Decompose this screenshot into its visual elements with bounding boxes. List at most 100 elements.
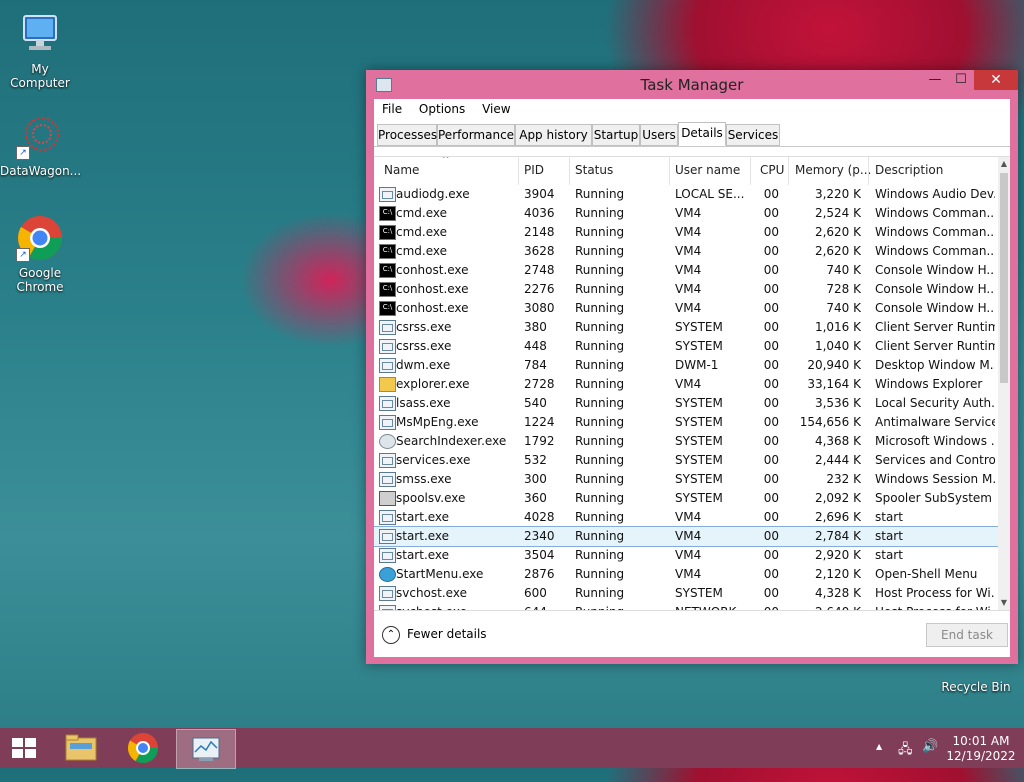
desktop-icon-datawagon[interactable]: ↗ DataWagon... [0,112,81,178]
pid-cell: 448 [524,339,547,353]
menu-view[interactable]: View [477,99,515,119]
description-cell: Host Process for Wi... [875,586,995,600]
user-name-cell: VM4 [675,244,702,258]
tab-services[interactable]: Services [726,124,780,146]
pid-cell: 2148 [524,225,555,239]
column-header-description[interactable]: Description [875,163,943,177]
column-header-user-name[interactable]: User name [675,163,740,177]
memory-cell: 33,164 K [807,377,861,391]
app-icon [379,586,396,601]
description-cell: Windows Comman... [875,244,995,258]
memory-cell: 740 K [826,301,861,315]
title-bar[interactable]: Task Manager — ☐ ✕ [366,70,1018,98]
menu-file[interactable]: File [377,99,407,119]
column-header-name[interactable]: Name [384,163,419,177]
table-row[interactable]: csrss.exe 448 Running SYSTEM 00 1,040 K Client… [374,337,998,356]
task-manager-icon [192,737,220,761]
pid-cell: 784 [524,358,547,372]
column-header-status[interactable]: Status [575,163,613,177]
table-row[interactable]: start.exe 3504 Running VM4 00 2,920 K start [374,546,998,565]
column-separator[interactable] [788,157,789,185]
pid-cell: 540 [524,396,547,410]
desktop-icon-recycle-bin[interactable]: Recycle Bin [936,680,1016,694]
cpu-cell: 00 [763,548,779,562]
table-row[interactable]: C:\ cmd.exe 2148 Running VM4 00 2,620 K Windows… [374,223,998,242]
table-row[interactable]: MsMpEng.exe 1224 Running SYSTEM 00 154,656 K A… [374,413,998,432]
table-row[interactable]: C:\ conhost.exe 3080 Running VM4 00 740 K Conso… [374,299,998,318]
app-icon [379,453,396,468]
column-separator[interactable] [569,157,570,185]
status-cell: Running [575,282,625,296]
tab-details[interactable]: Details [678,122,726,146]
column-header-pid[interactable]: PID [524,163,544,177]
table-row[interactable]: svchost.exe 600 Running SYSTEM 00 4,328 K Host… [374,584,998,603]
table-row[interactable]: start.exe 4028 Running VM4 00 2,696 K start [374,508,998,527]
table-row[interactable]: lsass.exe 540 Running SYSTEM 00 3,536 K Local … [374,394,998,413]
fewer-details-link[interactable]: Fewer details [407,627,487,641]
task-manager-window: Task Manager — ☐ ✕ File Options View Pro… [366,70,1018,664]
show-hidden-icons-icon[interactable]: ▲ [876,742,882,782]
table-row[interactable]: dwm.exe 784 Running DWM-1 00 20,940 K Desktop … [374,356,998,375]
chevron-up-icon[interactable]: ⌃ [382,626,400,644]
column-header-memory[interactable]: Memory (p... [795,163,871,177]
clock-time: 10:01 AM [952,734,1010,748]
sort-ascending-icon: ^ [442,156,450,165]
taskbar-file-explorer[interactable] [52,729,110,767]
maximize-button[interactable]: ☐ [948,70,974,90]
tab-users[interactable]: Users [640,124,678,146]
column-separator[interactable] [750,157,751,185]
tab-startup[interactable]: Startup [592,124,640,146]
table-row[interactable]: audiodg.exe 3904 Running LOCAL SE... 00 3,220… [374,185,998,204]
scroll-up-arrow-icon[interactable]: ▲ [998,157,1010,171]
table-row[interactable]: smss.exe 300 Running SYSTEM 00 232 K Windows S… [374,470,998,489]
app-icon [379,472,396,487]
network-icon[interactable]: 🖧 [898,740,913,780]
memory-cell: 2,120 K [814,567,861,581]
desktop-icon-google-chrome[interactable]: ↗ Google Chrome [0,214,80,294]
process-name-cell: lsass.exe [396,396,451,410]
taskbar-task-manager[interactable] [176,729,236,769]
table-row[interactable]: start.exe 2340 Running VM4 00 2,784 K start [374,526,999,547]
pid-cell: 380 [524,320,547,334]
pid-cell: 1792 [524,434,555,448]
start-button[interactable] [0,728,48,768]
status-cell: Running [575,567,625,581]
system-clock[interactable]: 10:01 AM 12/19/2022 [945,734,1017,764]
cpu-cell: 00 [763,586,779,600]
table-row[interactable]: csrss.exe 380 Running SYSTEM 00 1,016 K Client… [374,318,998,337]
desktop-icon-my-computer[interactable]: My Computer [0,10,80,90]
column-separator[interactable] [669,157,670,185]
menu-options[interactable]: Options [414,99,470,119]
tab-app-history[interactable]: App history [515,124,592,146]
table-row[interactable]: C:\ conhost.exe 2748 Running VM4 00 740 K Conso… [374,261,998,280]
table-row[interactable]: C:\ cmd.exe 4036 Running VM4 00 2,524 K Windows… [374,204,998,223]
table-row[interactable]: C:\ cmd.exe 3628 Running VM4 00 2,620 K Windows… [374,242,998,261]
taskbar-chrome[interactable] [114,729,172,767]
volume-icon[interactable]: 🔊 [922,739,938,779]
table-row[interactable]: explorer.exe 2728 Running VM4 00 33,164 K Wind… [374,375,998,394]
scroll-down-arrow-icon[interactable]: ▼ [998,596,1010,610]
user-name-cell: SYSTEM [675,339,723,353]
table-row[interactable]: SearchIndexer.exe 1792 Running SYSTEM 00 4,36… [374,432,998,451]
close-button[interactable]: ✕ [974,70,1018,90]
window-client-area: File Options View Processes Performance … [374,99,1010,657]
process-name-cell: MsMpEng.exe [396,415,479,429]
description-cell: Windows Audio Dev... [875,187,995,201]
tab-processes[interactable]: Processes [377,124,437,146]
table-row[interactable]: StartMenu.exe 2876 Running VM4 00 2,120 K Open… [374,565,998,584]
table-row[interactable]: services.exe 532 Running SYSTEM 00 2,444 K Ser… [374,451,998,470]
column-header-cpu[interactable]: CPU [760,163,784,177]
column-separator[interactable] [868,157,869,185]
minimize-button[interactable]: — [922,70,948,90]
table-row[interactable]: C:\ conhost.exe 2276 Running VM4 00 728 K Conso… [374,280,998,299]
scrollbar-thumb[interactable] [1000,173,1008,383]
app-icon [379,510,396,525]
vertical-scrollbar[interactable]: ▲ ▼ [998,157,1010,610]
cmd-icon: C:\ [379,225,396,240]
end-task-button[interactable]: End task [926,623,1008,647]
pid-cell: 3080 [524,301,555,315]
description-cell: Open-Shell Menu [875,567,978,581]
column-separator[interactable] [518,157,519,185]
table-row[interactable]: spoolsv.exe 360 Running SYSTEM 00 2,092 K Spoo… [374,489,998,508]
tab-performance[interactable]: Performance [437,124,515,146]
